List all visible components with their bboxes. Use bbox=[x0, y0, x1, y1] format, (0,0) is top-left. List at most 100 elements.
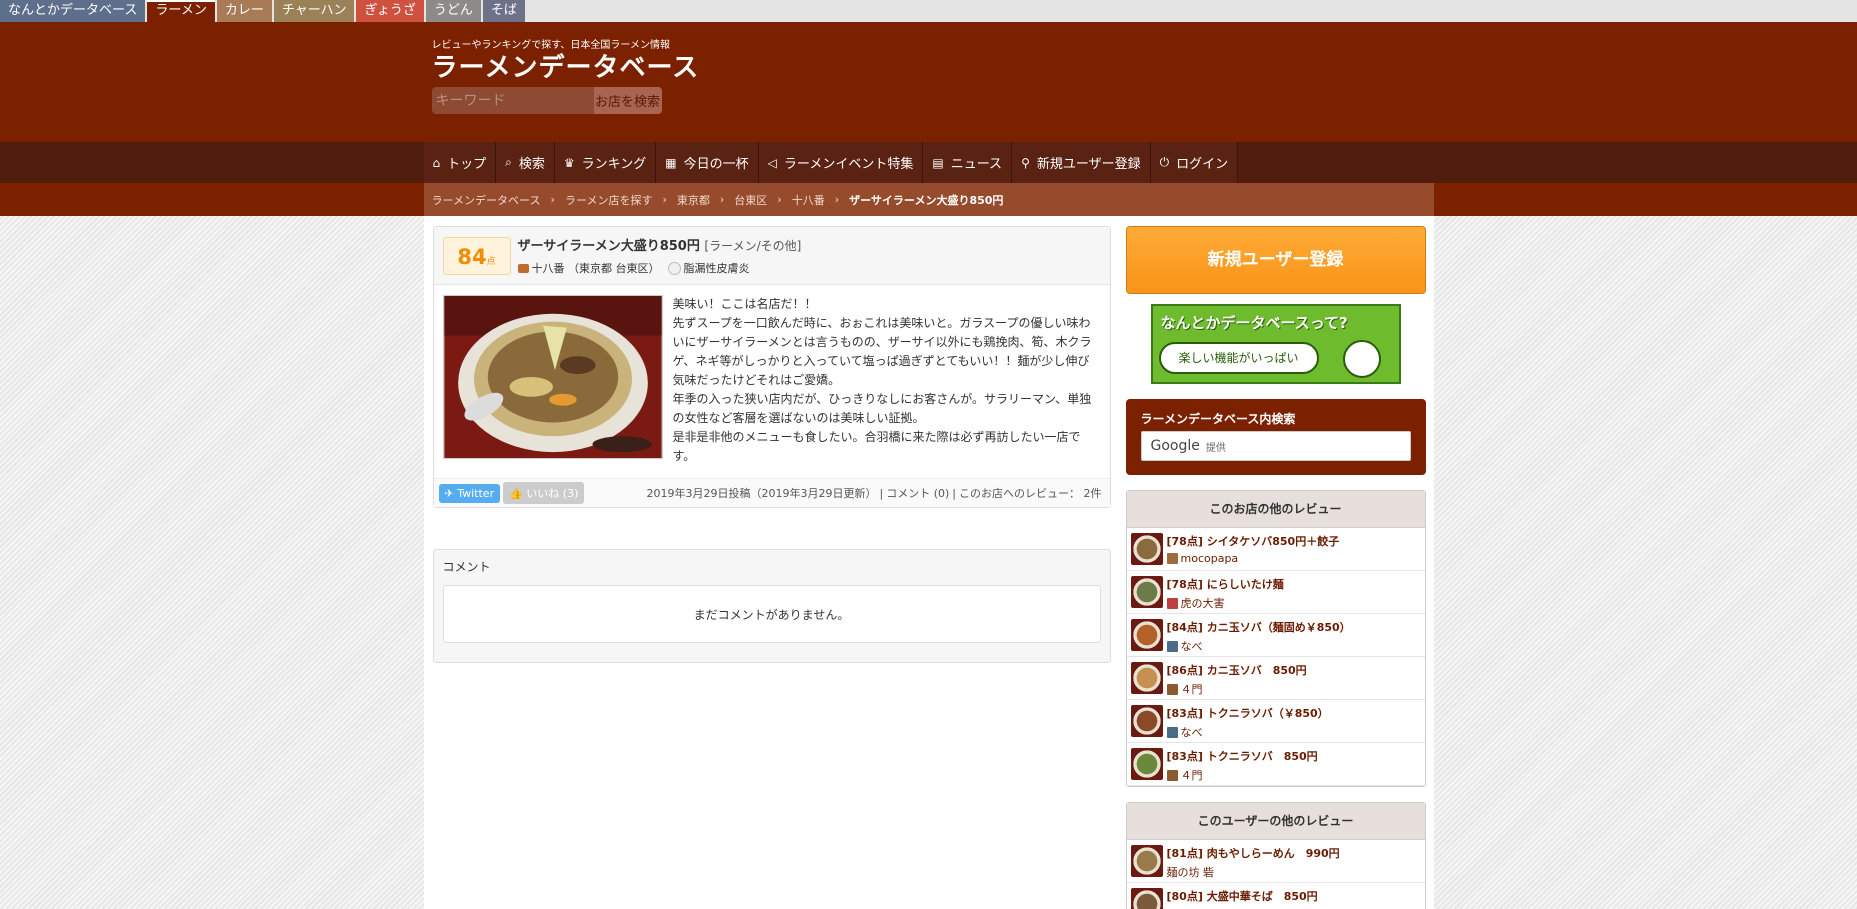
search-icon: ⌕ bbox=[505, 155, 512, 169]
site-tab-6[interactable]: そば bbox=[482, 0, 525, 22]
review-user-name[interactable]: ４門 bbox=[1181, 681, 1203, 697]
ramen-photo[interactable] bbox=[442, 295, 663, 459]
site-tab-4[interactable]: ぎょうざ bbox=[356, 0, 424, 22]
breadcrumb-bar: ラーメンデータベース › ラーメン店を探す › 東京都 › 台東区 › 十八番 › ザーサイラーメン… bbox=[0, 183, 1857, 216]
site-header: レビューやランキングで探す、日本全国ラーメン情報 ラーメンデータベース お店を検… bbox=[0, 22, 1857, 142]
user-avatar-icon bbox=[667, 261, 681, 275]
nav-item-0[interactable]: ⌂ トップ bbox=[423, 142, 497, 183]
register-button[interactable]: 新規ユーザー登録 bbox=[1125, 226, 1426, 294]
site-tab-5[interactable]: うどん bbox=[425, 0, 481, 22]
review-link-title[interactable]: [83点] トクニラソバ 850円 bbox=[1167, 748, 1318, 764]
review-score: 84点 bbox=[442, 236, 511, 275]
breadcrumb-link[interactable]: ラーメンデータベース bbox=[432, 192, 541, 208]
breadcrumb-link[interactable]: ラーメン店を探す bbox=[565, 192, 653, 208]
review-thumbnail bbox=[1130, 576, 1163, 608]
shop-other-reviews: このお店の他のレビュー [78点] シイタケソバ850円＋餃子 mocopapa[… bbox=[1125, 490, 1426, 787]
score-value: 84 bbox=[457, 244, 487, 269]
home-icon: ⌂ bbox=[432, 155, 441, 170]
review-link-title[interactable]: [86点] カニ玉ソバ 850円 bbox=[1167, 662, 1307, 678]
comment-count-link[interactable]: コメント (0) bbox=[886, 487, 949, 500]
shop-other-reviews-title: このお店の他のレビュー bbox=[1126, 491, 1425, 528]
nav-item-label: 新規ユーザー登録 bbox=[1036, 157, 1141, 172]
twitter-bird-icon: ✈ bbox=[444, 486, 454, 500]
list-item[interactable]: [78点] シイタケソバ850円＋餃子 mocopapa bbox=[1126, 528, 1425, 571]
newspaper-icon: ▤ bbox=[932, 155, 944, 170]
site-logo[interactable]: ラーメンデータベース bbox=[432, 53, 1434, 83]
review-body-text: 美味い！ここは名店だ！！ 先ずスープを一口飲んだ時に、おぉこれは美味いと。ガラス… bbox=[672, 297, 1092, 463]
review-user: ４門 bbox=[1166, 681, 1307, 697]
site-tab-2[interactable]: カレー bbox=[216, 0, 272, 22]
nav-item-1[interactable]: ⌕ 検索 bbox=[496, 142, 555, 183]
user-other-reviews: このユーザーの他のレビュー [81点] 肉もやしらーめん 990円 麺の坊 砦 [8… bbox=[1125, 802, 1426, 909]
breadcrumb-link[interactable]: 十八番 bbox=[792, 192, 825, 208]
review-user: 麺の坊 砦 bbox=[1167, 864, 1340, 880]
review-link-title[interactable]: [78点] にらしいたけ麺 bbox=[1167, 576, 1284, 592]
review-link-title[interactable]: [84点] カニ玉ソバ（麺固め￥850） bbox=[1167, 619, 1351, 635]
site-tab-3[interactable]: チャーハン bbox=[273, 0, 355, 22]
review-thumbnail bbox=[1130, 619, 1163, 651]
site-search-title: ラーメンデータベース内検索 bbox=[1140, 412, 1296, 426]
breadcrumb-link[interactable]: 東京都 bbox=[677, 192, 710, 208]
review-footer: ✈ Twitter 👍 いいね (3) 2019年3月29日投稿（2019年3月… bbox=[433, 478, 1110, 507]
user-avatar bbox=[1166, 640, 1178, 652]
nav-item-6[interactable]: ⚲ 新規ユーザー登録 bbox=[1012, 142, 1151, 183]
site-tab-0[interactable]: なんとかデータベース bbox=[0, 0, 146, 22]
shop-reviews-link[interactable]: このお店へのレビュー： 2件 bbox=[959, 487, 1102, 500]
list-item[interactable]: [84点] カニ玉ソバ（麺固め￥850） なべ bbox=[1126, 614, 1425, 657]
review-user-name[interactable]: 虎の大害 bbox=[1181, 595, 1225, 611]
review-thumbnail bbox=[1130, 748, 1163, 780]
nav-item-label: 今日の一杯 bbox=[683, 157, 749, 172]
review-user-name[interactable]: ４門 bbox=[1181, 767, 1203, 783]
review-user-name[interactable]: mocopapa bbox=[1181, 552, 1239, 565]
nav-item-label: ランキング bbox=[581, 157, 647, 172]
site-tab-1[interactable]: ラーメン bbox=[147, 0, 215, 22]
nav-item-3[interactable]: ▦ 今日の一杯 bbox=[656, 142, 759, 183]
like-label: いいね (3) bbox=[526, 487, 579, 500]
review-link-title[interactable]: [81点] 肉もやしらーめん 990円 bbox=[1167, 845, 1340, 861]
breadcrumb-link[interactable]: 台東区 bbox=[734, 192, 767, 208]
nav-item-5[interactable]: ▤ ニュース bbox=[923, 142, 1013, 183]
user-plus-icon: ⚲ bbox=[1021, 155, 1030, 170]
google-search-input[interactable]: Google 提供 bbox=[1140, 431, 1411, 461]
calendar-icon: ▦ bbox=[665, 155, 677, 170]
bullhorn-icon: ◁ bbox=[767, 155, 777, 170]
no-comments-message: まだコメントがありません。 bbox=[442, 585, 1101, 643]
list-item[interactable]: [83点] トクニラソバ 850円 ４門 bbox=[1126, 743, 1425, 786]
shop-search-button[interactable]: お店を検索 bbox=[593, 87, 662, 114]
about-banner[interactable]: なんとかデータベースって? 楽しい機能がいっぱい bbox=[1150, 304, 1401, 384]
list-item[interactable]: [86点] カニ玉ソバ 850円 ４門 bbox=[1126, 657, 1425, 700]
nav-item-2[interactable]: ♛ ランキング bbox=[554, 142, 657, 183]
review-author-link[interactable]: 脂漏性皮膚炎 bbox=[684, 260, 750, 276]
review-thumbnail bbox=[1130, 888, 1163, 909]
banner-bubble-text: 楽しい機能がいっぱい bbox=[1158, 342, 1319, 374]
breadcrumb: ラーメンデータベース › ラーメン店を探す › 東京都 › 台東区 › 十八番 › ザーサイラーメン… bbox=[423, 183, 1434, 216]
review-user-name[interactable]: なべ bbox=[1181, 724, 1203, 740]
site-tagline: レビューやランキングで探す、日本全国ラーメン情報 bbox=[431, 40, 671, 51]
comments-section: コメント まだコメントがありません。 bbox=[432, 549, 1111, 663]
smiley-face-icon bbox=[1342, 340, 1381, 378]
review-link-title[interactable]: [78点] シイタケソバ850円＋餃子 bbox=[1167, 533, 1340, 549]
shop-link[interactable]: 十八番 （東京都 台東区） bbox=[532, 260, 660, 276]
chevron-right-icon: › bbox=[719, 193, 725, 206]
list-item[interactable]: [83点] トクニラソバ（￥850） なべ bbox=[1126, 700, 1425, 743]
like-button[interactable]: 👍 いいね (3) bbox=[503, 482, 585, 504]
list-item[interactable]: [80点] 大盛中華そば 850円 bbox=[1127, 883, 1425, 909]
review-link-title[interactable]: [83点] トクニラソバ（￥850） bbox=[1167, 705, 1329, 721]
review-user-name[interactable]: 麺の坊 砦 bbox=[1167, 864, 1215, 880]
sidebar: 新規ユーザー登録 なんとかデータベースって? 楽しい機能がいっぱい ラーメンデー… bbox=[1125, 226, 1426, 909]
review-link-title[interactable]: [80点] 大盛中華そば 850円 bbox=[1167, 888, 1318, 904]
review-user: mocopapa bbox=[1166, 552, 1340, 565]
google-logo: Google bbox=[1150, 438, 1200, 454]
keyword-search-form: お店を検索 bbox=[431, 87, 662, 114]
keyword-search-input[interactable] bbox=[431, 87, 594, 114]
review-user-name[interactable]: なべ bbox=[1181, 638, 1203, 654]
main-column: 84点 ザーサイラーメン大盛り850円 [ラーメン/その他] 十八番 （東京都 … bbox=[432, 226, 1111, 909]
review-category[interactable]: [ラーメン/その他] bbox=[704, 239, 801, 253]
list-item[interactable]: [81点] 肉もやしらーめん 990円 麺の坊 砦 bbox=[1126, 840, 1425, 883]
nav-item-4[interactable]: ◁ ラーメンイベント特集 bbox=[758, 142, 924, 183]
comments-title: コメント bbox=[442, 560, 491, 574]
review-thumbnail bbox=[1130, 662, 1163, 694]
list-item[interactable]: [78点] にらしいたけ麺虎の大害 bbox=[1126, 571, 1425, 614]
nav-item-7[interactable]: ⏻ ログイン bbox=[1150, 142, 1239, 183]
twitter-share-button[interactable]: ✈ Twitter bbox=[438, 483, 501, 503]
